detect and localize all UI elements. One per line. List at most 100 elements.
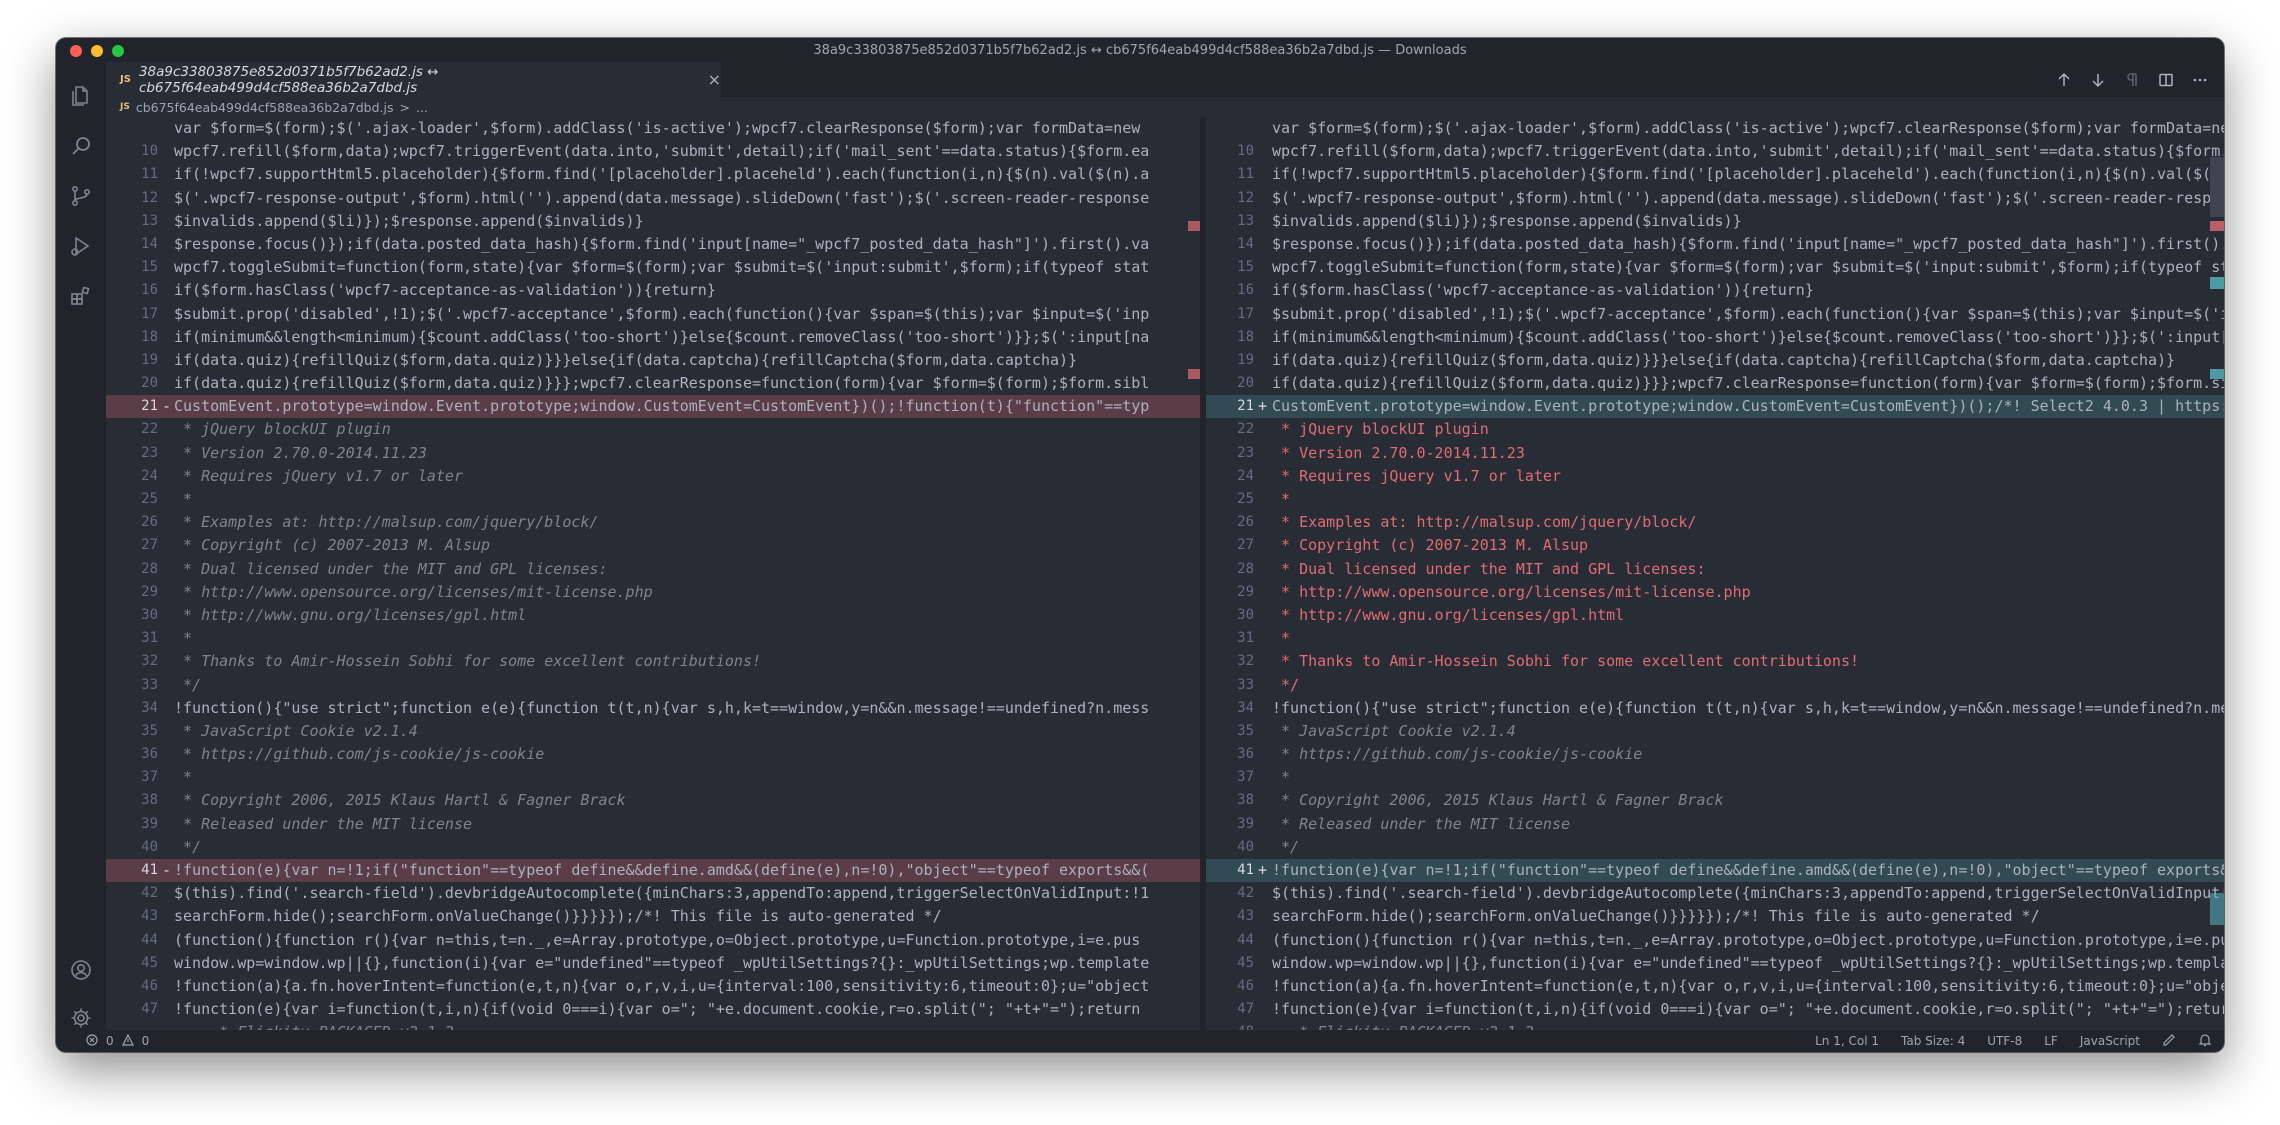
code-line[interactable]: 37 *	[1206, 766, 2224, 789]
code-line[interactable]: 15 wpcf7.toggleSubmit=function(form,state…	[1206, 256, 2224, 279]
code-line[interactable]: 45 window.wp=window.wp||{},function(i){va…	[106, 952, 1200, 975]
arrow-down-icon[interactable]	[2088, 70, 2108, 90]
code-line[interactable]: 24 * Requires jQuery v1.7 or later	[106, 465, 1200, 488]
code-line[interactable]: 36 * https://github.com/js-cookie/js-coo…	[1206, 743, 2224, 766]
inserted-line[interactable]: 21 + CustomEvent.prototype=window.Event.pr…	[1206, 395, 2224, 419]
files-icon[interactable]	[69, 84, 93, 108]
arrow-up-icon[interactable]	[2054, 70, 2074, 90]
code-line[interactable]: 11 if(!wpcf7.supportHtml5.placeholder){$f…	[106, 163, 1200, 186]
code-line[interactable]: 25 *	[106, 488, 1200, 511]
modified-overview-ruler[interactable]	[2210, 117, 2224, 1030]
code-line[interactable]: 16 if($form.hasClass('wpcf7-acceptance-as…	[106, 279, 1200, 302]
code-line[interactable]: 13 $invalids.append($li)});$response.appe…	[1206, 210, 2224, 233]
feedback-icon[interactable]	[2162, 1033, 2176, 1050]
code-line[interactable]: 18 if(minimum&&length<minimum){$count.add…	[1206, 326, 2224, 349]
code-line[interactable]: 42 $(this).find('.search-field').devbridg…	[106, 882, 1200, 905]
zoom-window-button[interactable]	[112, 45, 124, 57]
code-line[interactable]: 34 !function(){"use strict";function e(e)…	[1206, 697, 2224, 720]
code-line[interactable]: 14 $response.focus()});if(data.posted_dat…	[106, 233, 1200, 256]
code-line[interactable]: 40 */	[1206, 836, 2224, 859]
code-line[interactable]: 10 wpcf7.refill($form,data);wpcf7.trigger…	[106, 140, 1200, 163]
code-line[interactable]: 26 * Examples at: http://malsup.com/jque…	[106, 511, 1200, 534]
code-line[interactable]: 46 !function(a){a.fn.hoverIntent=function…	[1206, 975, 2224, 998]
code-line[interactable]: 22 * jQuery blockUI plugin	[106, 418, 1200, 441]
code-line[interactable]: 43 searchForm.hide();searchForm.onValueCh…	[1206, 905, 2224, 928]
code-line[interactable]: 22 * jQuery blockUI plugin	[1206, 418, 2224, 441]
end-of-line[interactable]: LF	[2044, 1034, 2058, 1048]
search-icon[interactable]	[69, 134, 93, 158]
code-line[interactable]: * Flickity PACKAGED v2.1.2	[106, 1021, 1200, 1030]
code-line[interactable]: 33 */	[1206, 674, 2224, 697]
code-line[interactable]: 11 if(!wpcf7.supportHtml5.placeholder){$f…	[1206, 163, 2224, 186]
extensions-icon[interactable]	[69, 284, 93, 308]
code-line[interactable]: 35 * JavaScript Cookie v2.1.4	[1206, 720, 2224, 743]
deleted-line[interactable]: 41- !function(e){var n=!1;if("function"==…	[106, 859, 1200, 883]
code-line[interactable]: 28 * Dual licensed under the MIT and GPL…	[106, 558, 1200, 581]
code-line[interactable]: 47 !function(e){var i=function(t,i,n){if(…	[106, 998, 1200, 1021]
code-line[interactable]: 47 !function(e){var i=function(t,i,n){if(…	[1206, 998, 2224, 1021]
source-control-icon[interactable]	[69, 184, 93, 208]
code-line[interactable]: 16 if($form.hasClass('wpcf7-acceptance-as…	[1206, 279, 2224, 302]
code-line[interactable]: 17 $submit.prop('disabled',!1);$('.wpcf7-…	[106, 303, 1200, 326]
code-line[interactable]: 12 $('.wpcf7-response-output',$form).html…	[106, 187, 1200, 210]
tab-close-icon[interactable]: ×	[708, 70, 721, 89]
code-line[interactable]: 30 * http://www.gnu.org/licenses/gpl.htm…	[1206, 604, 2224, 627]
code-line[interactable]: 32 * Thanks to Amir-Hossein Sobhi for so…	[1206, 650, 2224, 673]
code-line[interactable]: 19 if(data.quiz){refillQuiz($form,data.qu…	[106, 349, 1200, 372]
code-line[interactable]: 45 window.wp=window.wp||{},function(i){va…	[1206, 952, 2224, 975]
code-line[interactable]: 10 wpcf7.refill($form,data);wpcf7.trigger…	[1206, 140, 2224, 163]
indentation[interactable]: Tab Size: 4	[1901, 1034, 1965, 1048]
code-line[interactable]: 24 * Requires jQuery v1.7 or later	[1206, 465, 2224, 488]
code-line[interactable]: 44 (function(){function r(){var n=this,t=…	[1206, 929, 2224, 952]
problems-indicator[interactable]: 0 0	[86, 1033, 149, 1049]
code-line[interactable]: 20 if(data.quiz){refillQuiz($form,data.qu…	[106, 372, 1200, 395]
inserted-line[interactable]: 41 + !function(e){var n=!1;if("function"==…	[1206, 859, 2224, 883]
code-line[interactable]: var $form=$(form);$('.ajax-loader',$form…	[1206, 117, 2224, 140]
minimize-window-button[interactable]	[91, 45, 103, 57]
code-line[interactable]: 18 if(minimum&&length<minimum){$count.add…	[106, 326, 1200, 349]
code-line[interactable]: 13 $invalids.append($li)});$response.appe…	[106, 210, 1200, 233]
code-line[interactable]: 23 * Version 2.70.0-2014.11.23	[106, 442, 1200, 465]
code-line[interactable]: 37 *	[106, 766, 1200, 789]
code-line[interactable]: 42 $(this).find('.search-field').devbridg…	[1206, 882, 2224, 905]
code-line[interactable]: 33 */	[106, 674, 1200, 697]
split-editor-icon[interactable]	[2156, 70, 2176, 90]
scrollbar-thumb[interactable]	[2210, 157, 2224, 217]
notifications-icon[interactable]	[2198, 1033, 2212, 1050]
tab-diff-editor[interactable]: JS 38a9c33803875e852d0371b5f7b62ad2.js ↔…	[106, 62, 721, 97]
close-window-button[interactable]	[70, 45, 82, 57]
code-line[interactable]: 35 * JavaScript Cookie v2.1.4	[106, 720, 1200, 743]
modified-editor-pane[interactable]: var $form=$(form);$('.ajax-loader',$form…	[1206, 117, 2224, 1030]
code-line[interactable]: 17 $submit.prop('disabled',!1);$('.wpcf7-…	[1206, 303, 2224, 326]
code-line[interactable]: 28 * Dual licensed under the MIT and GPL…	[1206, 558, 2224, 581]
breadcrumb-symbol[interactable]: ...	[416, 100, 428, 115]
code-line[interactable]: 29 * http://www.opensource.org/licenses/…	[106, 581, 1200, 604]
code-line[interactable]: 26 * Examples at: http://malsup.com/jque…	[1206, 511, 2224, 534]
code-line[interactable]: 31 *	[1206, 627, 2224, 650]
code-line[interactable]: 38 * Copyright 2006, 2015 Klaus Hartl & …	[106, 789, 1200, 812]
deleted-line[interactable]: 21- CustomEvent.prototype=window.Event.pr…	[106, 395, 1200, 419]
code-line[interactable]: 32 * Thanks to Amir-Hossein Sobhi for so…	[106, 650, 1200, 673]
code-line[interactable]: 27 * Copyright (c) 2007-2013 M. Alsup	[106, 534, 1200, 557]
code-line[interactable]: 25 *	[1206, 488, 2224, 511]
code-line[interactable]: 27 * Copyright (c) 2007-2013 M. Alsup	[1206, 534, 2224, 557]
pilcrow-icon[interactable]	[2122, 70, 2142, 90]
code-line[interactable]: 30 * http://www.gnu.org/licenses/gpl.htm…	[106, 604, 1200, 627]
code-line[interactable]: 12 $('.wpcf7-response-output',$form).html…	[1206, 187, 2224, 210]
run-debug-icon[interactable]	[69, 234, 93, 258]
code-line[interactable]: 19 if(data.quiz){refillQuiz($form,data.qu…	[1206, 349, 2224, 372]
account-icon[interactable]	[69, 958, 93, 982]
code-line[interactable]: 31 *	[106, 627, 1200, 650]
more-icon[interactable]	[2190, 70, 2210, 90]
code-line[interactable]: 36 * https://github.com/js-cookie/js-coo…	[106, 743, 1200, 766]
language-mode[interactable]: JavaScript	[2080, 1034, 2140, 1048]
original-overview-ruler[interactable]	[1188, 117, 1200, 1030]
code-line[interactable]: 46 !function(a){a.fn.hoverIntent=function…	[106, 975, 1200, 998]
code-line[interactable]: 48 * Flickity PACKAGED v2.1.2	[1206, 1021, 2224, 1030]
code-line[interactable]: 34 !function(){"use strict";function e(e)…	[106, 697, 1200, 720]
breadcrumb-file[interactable]: cb675f64eab499d4cf588ea36b2a7dbd.js	[136, 100, 394, 115]
code-line[interactable]: var $form=$(form);$('.ajax-loader',$form…	[106, 117, 1200, 140]
code-line[interactable]: 15 wpcf7.toggleSubmit=function(form,state…	[106, 256, 1200, 279]
code-line[interactable]: 14 $response.focus()});if(data.posted_dat…	[1206, 233, 2224, 256]
code-line[interactable]: 40 */	[106, 836, 1200, 859]
